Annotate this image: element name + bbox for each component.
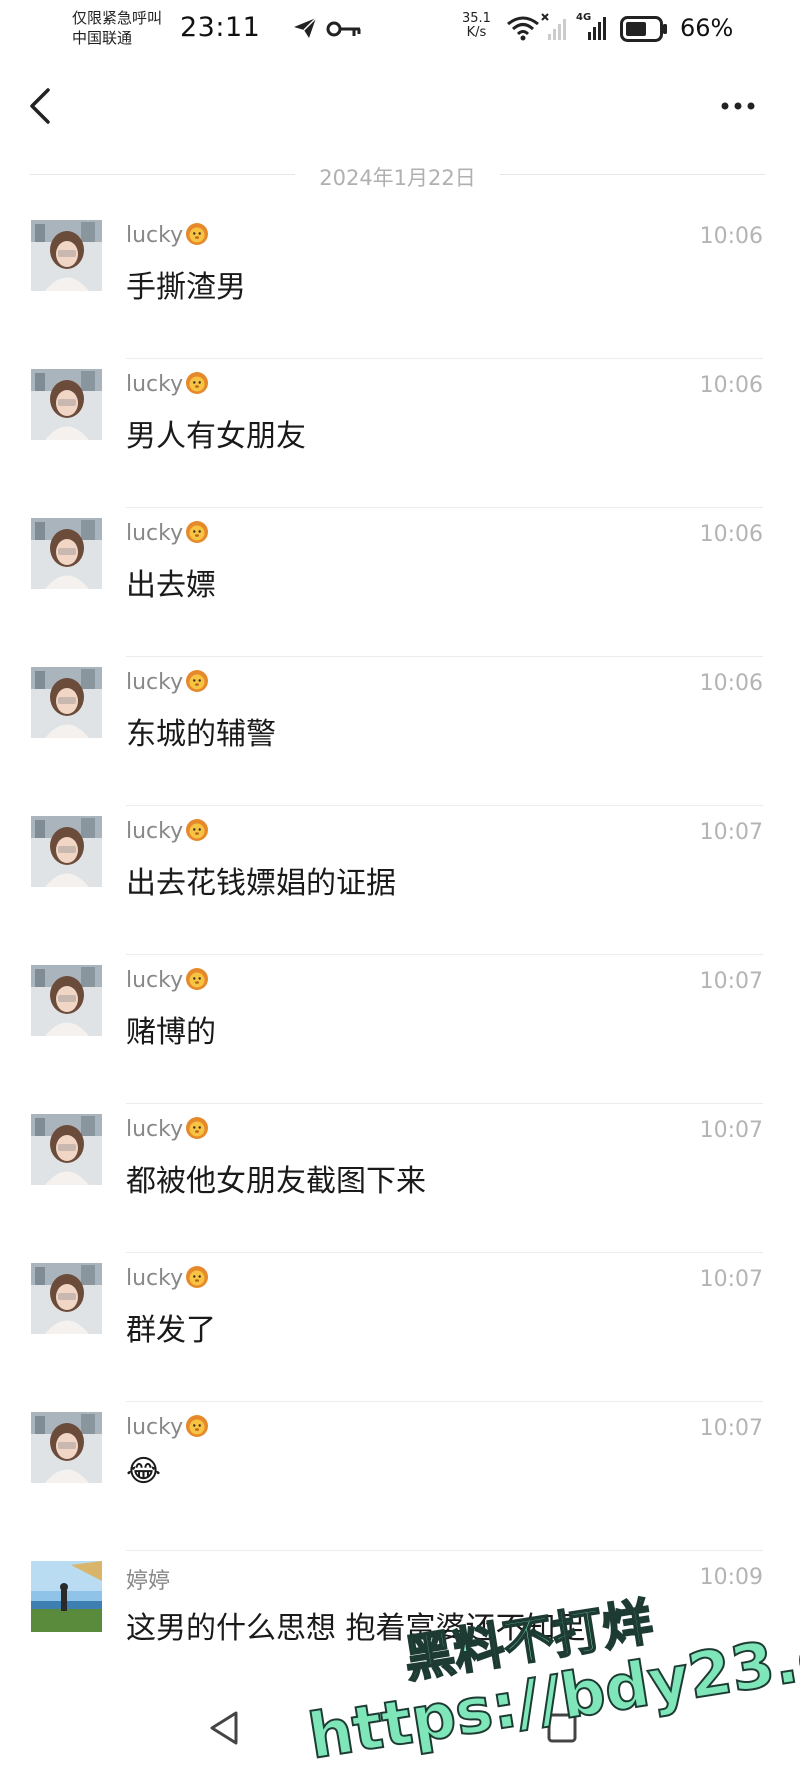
signal-sim1-icon: [540, 12, 568, 46]
avatar[interactable]: [31, 1412, 102, 1483]
message-time: 10:06: [699, 373, 763, 398]
chevron-left-icon: [22, 88, 62, 132]
message-time: 10:07: [699, 1118, 763, 1143]
sender-name: lucky: [126, 968, 184, 993]
network-speed: 35.1 K/s: [462, 12, 491, 40]
sender-name: 婷婷: [126, 1569, 171, 1594]
message-item[interactable]: lucky 10:06 男人有女朋友: [0, 359, 800, 508]
date-divider: 2024年1月22日: [30, 160, 765, 190]
sender-name: lucky: [126, 1266, 184, 1291]
message-item[interactable]: lucky 10:06 手撕渣男: [0, 210, 800, 359]
signal-sim2-icon: [586, 12, 610, 46]
network-speed-unit: K/s: [466, 25, 487, 40]
sender-name-row: lucky: [126, 1116, 209, 1146]
message-text[interactable]: 😂: [126, 1454, 161, 1489]
message-item[interactable]: lucky 10:07 出去花钱嫖娼的证据: [0, 806, 800, 955]
avatar[interactable]: [31, 369, 102, 440]
message-text[interactable]: 都被他女朋友截图下来: [126, 1156, 426, 1200]
nav-back-button[interactable]: [208, 1710, 240, 1750]
sender-name: lucky: [126, 521, 184, 546]
send-arrow-icon: [292, 16, 318, 44]
sender-name-row: lucky: [126, 818, 209, 848]
key-icon: [326, 18, 362, 44]
message-item[interactable]: lucky 10:07 群发了: [0, 1253, 800, 1402]
message-text[interactable]: 出去嫖: [126, 560, 216, 604]
message-item[interactable]: lucky 10:06 出去嫖: [0, 508, 800, 657]
sender-name: lucky: [126, 1117, 184, 1142]
sender-name-row: lucky: [126, 222, 209, 252]
avatar[interactable]: [31, 1561, 102, 1632]
avatar[interactable]: [31, 965, 102, 1036]
wifi-icon: [506, 14, 540, 46]
sender-name-row: lucky: [126, 967, 209, 997]
lion-face-icon: [185, 967, 209, 997]
avatar[interactable]: [31, 816, 102, 887]
message-item[interactable]: lucky 10:07 赌博的: [0, 955, 800, 1104]
sender-name: lucky: [126, 372, 184, 397]
lion-face-icon: [185, 1116, 209, 1146]
sender-name-row: lucky: [126, 520, 209, 550]
lion-face-icon: [185, 1414, 209, 1444]
more-horizontal-icon: [718, 102, 762, 124]
sender-name: lucky: [126, 223, 184, 248]
avatar[interactable]: [31, 667, 102, 738]
message-list[interactable]: lucky 10:06 手撕渣男 lucky 10:06 男人有女朋友 lucky: [0, 210, 800, 1700]
message-time: 10:07: [699, 1267, 763, 1292]
lion-face-icon: [185, 520, 209, 550]
lion-face-icon: [185, 1265, 209, 1295]
avatar[interactable]: [31, 1263, 102, 1334]
avatar[interactable]: [31, 518, 102, 589]
sender-name: lucky: [126, 670, 184, 695]
message-time: 10:07: [699, 969, 763, 994]
status-clock: 23:11: [180, 12, 261, 43]
message-item[interactable]: lucky 10:06 东城的辅警: [0, 657, 800, 806]
message-time: 10:06: [699, 671, 763, 696]
lion-face-icon: [185, 371, 209, 401]
sender-name-row: lucky: [126, 669, 209, 699]
back-button[interactable]: [22, 84, 62, 128]
sender-name-row: 婷婷: [126, 1563, 170, 1595]
carrier-name: 中国联通: [72, 29, 133, 47]
lion-face-icon: [185, 222, 209, 252]
message-text[interactable]: 手撕渣男: [126, 262, 246, 306]
network-speed-value: 35.1: [462, 11, 491, 26]
status-bar: 仅限紧急呼叫 中国联通 23:11 35.1 K/s 4G 66%: [0, 0, 800, 60]
message-text[interactable]: 赌博的: [126, 1007, 216, 1051]
battery-percent: 66%: [680, 14, 734, 42]
lion-face-icon: [185, 669, 209, 699]
carrier-info: 仅限紧急呼叫 中国联通: [72, 8, 162, 48]
avatar[interactable]: [31, 1114, 102, 1185]
triangle-back-icon: [208, 1711, 240, 1750]
message-text[interactable]: 出去花钱嫖娼的证据: [126, 858, 396, 902]
message-time: 10:09: [699, 1565, 763, 1590]
sender-name: lucky: [126, 819, 184, 844]
sender-name-row: lucky: [126, 1265, 209, 1295]
carrier-emergency-text: 仅限紧急呼叫: [72, 9, 163, 27]
message-time: 10:06: [699, 522, 763, 547]
sender-name: lucky: [126, 1415, 184, 1440]
more-options-button[interactable]: [718, 92, 762, 120]
battery-icon: [620, 16, 668, 46]
message-text[interactable]: 东城的辅警: [126, 709, 276, 753]
message-item[interactable]: lucky 10:07 都被他女朋友截图下来: [0, 1104, 800, 1253]
message-time: 10:07: [699, 820, 763, 845]
divider-line-right: [500, 174, 765, 175]
lion-face-icon: [185, 818, 209, 848]
date-label: 2024年1月22日: [319, 166, 476, 190]
avatar[interactable]: [31, 220, 102, 291]
message-text[interactable]: 男人有女朋友: [126, 411, 306, 455]
sender-name-row: lucky: [126, 1414, 209, 1444]
message-time: 10:06: [699, 224, 763, 249]
message-item[interactable]: lucky 10:07 😂: [0, 1402, 800, 1551]
message-text[interactable]: 群发了: [126, 1305, 216, 1349]
sender-name-row: lucky: [126, 371, 209, 401]
message-time: 10:07: [699, 1416, 763, 1441]
